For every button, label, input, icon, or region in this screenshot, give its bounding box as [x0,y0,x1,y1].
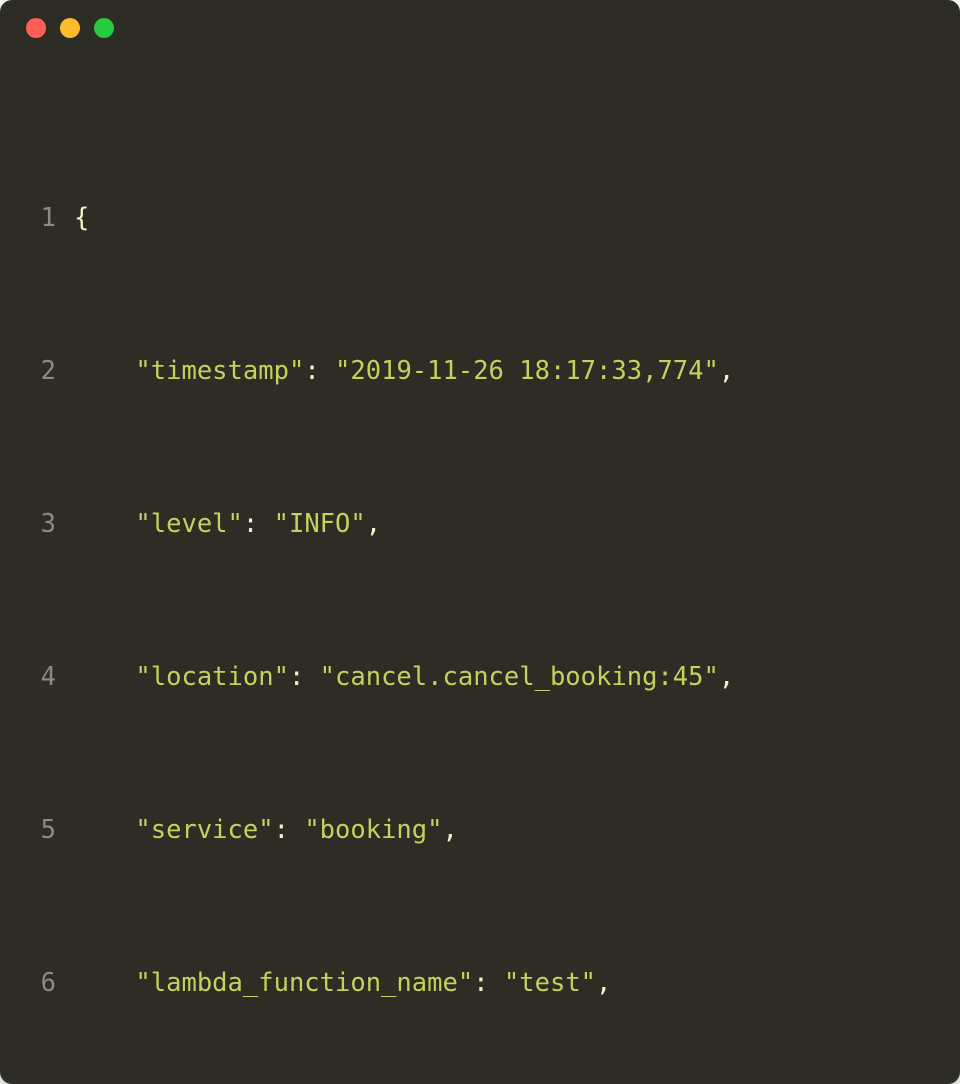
json-value: "booking" [304,815,442,845]
terminal-window: 1 { 2 "timestamp": "2019-11-26 18:17:33,… [0,0,960,1084]
close-icon[interactable] [26,18,46,38]
json-key: "location" [135,662,289,692]
code-line: 6 "lambda_function_name": "test", [0,964,960,1002]
brace-open: { [74,203,89,233]
minimize-icon[interactable] [60,18,80,38]
line-number: 5 [0,811,74,849]
code-line: 4 "location": "cancel.cancel_booking:45"… [0,658,960,696]
json-key: "service" [135,815,273,845]
code-line: 5 "service": "booking", [0,811,960,849]
json-key: "level" [135,509,242,539]
line-number: 4 [0,658,74,696]
json-value: "cancel.cancel_booking:45" [320,662,719,692]
json-value: "2019-11-26 18:17:33,774" [335,356,719,386]
code-line: 2 "timestamp": "2019-11-26 18:17:33,774"… [0,352,960,390]
json-value: "INFO" [274,509,366,539]
maximize-icon[interactable] [94,18,114,38]
json-value: "test" [504,968,596,998]
line-number: 2 [0,352,74,390]
window-titlebar [0,0,960,56]
code-editor[interactable]: 1 { 2 "timestamp": "2019-11-26 18:17:33,… [0,56,960,1084]
json-key: "lambda_function_name" [135,968,473,998]
code-line: 3 "level": "INFO", [0,505,960,543]
line-number: 6 [0,964,74,1002]
json-key: "timestamp" [135,356,304,386]
code-line: 1 { [0,199,960,237]
line-number: 1 [0,199,74,237]
line-number: 3 [0,505,74,543]
